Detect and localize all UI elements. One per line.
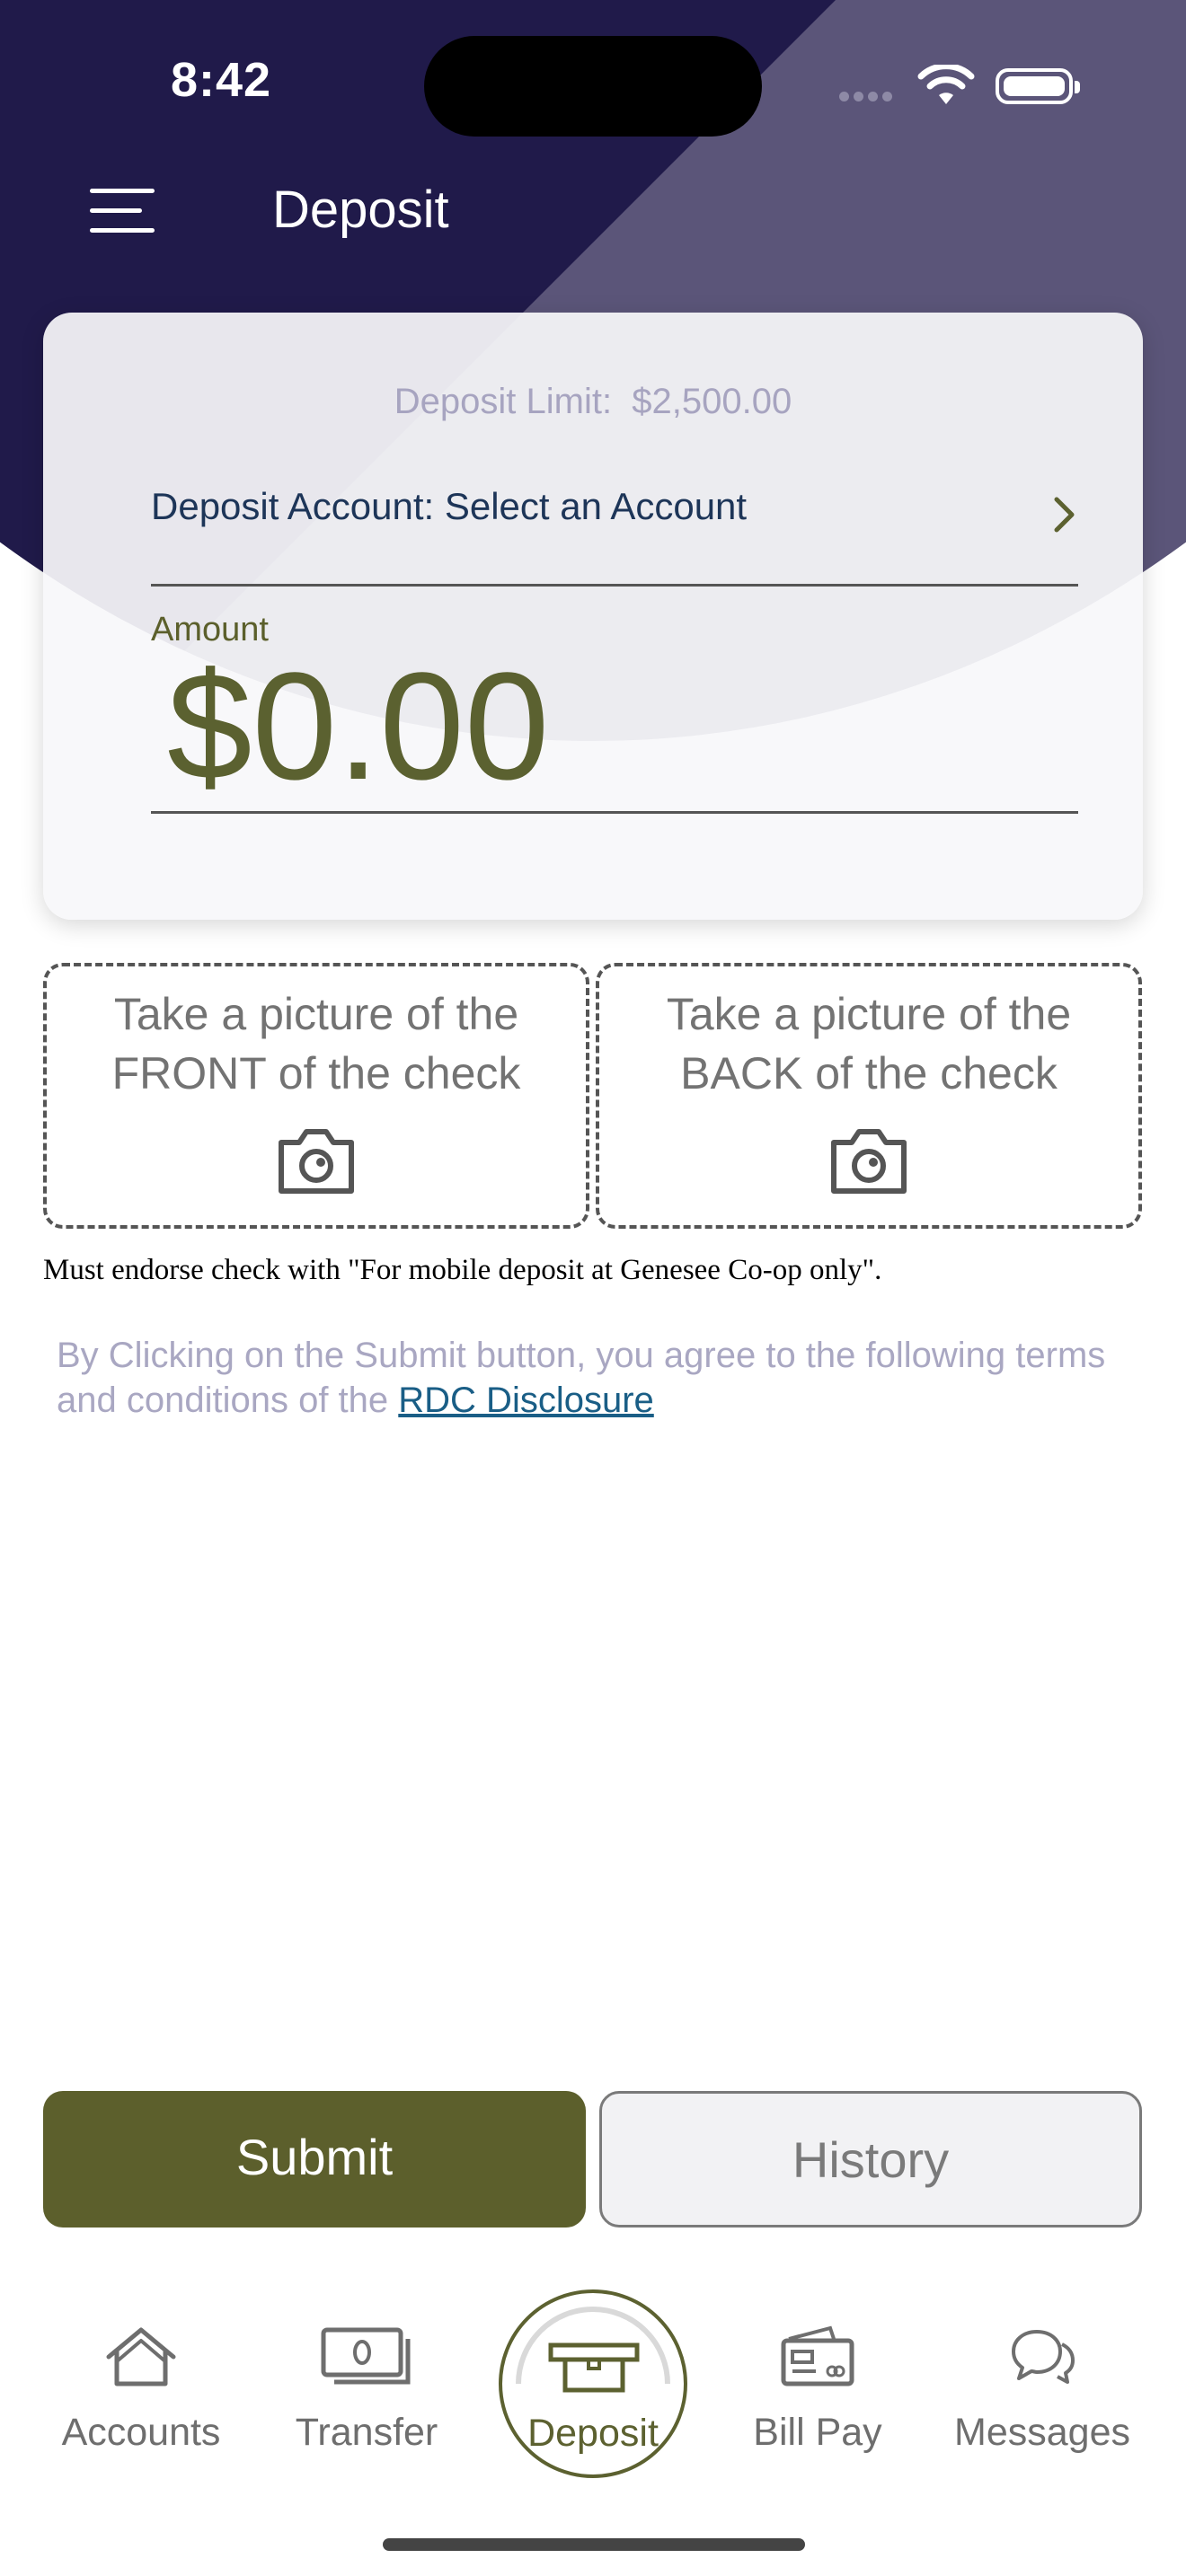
camera-icon bbox=[831, 1129, 907, 1194]
status-time: 8:42 bbox=[171, 53, 272, 107]
back-check-text-line1: Take a picture of the bbox=[666, 989, 1072, 1039]
submit-button[interactable]: Submit bbox=[43, 2091, 586, 2228]
deposit-account-label: Deposit Account: Select an Account bbox=[151, 485, 748, 527]
front-check-capture[interactable]: Take a picture of the FRONT of the check bbox=[43, 963, 589, 1229]
wifi-icon bbox=[917, 65, 975, 104]
tab-label: Bill Pay bbox=[753, 2411, 882, 2454]
rdc-disclosure-link[interactable]: RDC Disclosure bbox=[398, 1381, 654, 1420]
terms-text: By Clicking on the Submit button, you ag… bbox=[57, 1333, 1117, 1423]
deposit-limit-label: Deposit Limit: bbox=[394, 382, 613, 421]
deposit-card: Deposit Limit: $2,500.00 Deposit Account… bbox=[43, 313, 1143, 920]
page-title: Deposit bbox=[272, 181, 449, 239]
home-indicator bbox=[383, 2538, 805, 2551]
deposit-limit: Deposit Limit: $2,500.00 bbox=[43, 382, 1143, 422]
front-check-text-line1: Take a picture of the bbox=[113, 989, 519, 1039]
tab-label: Accounts bbox=[61, 2411, 221, 2454]
chat-icon bbox=[1012, 2330, 1075, 2384]
amount-input[interactable]: $0.00 bbox=[151, 641, 1078, 814]
deposit-account-selector[interactable]: Deposit Account: Select an Account bbox=[151, 485, 1078, 587]
battery-icon bbox=[996, 68, 1080, 104]
dynamic-island bbox=[424, 36, 762, 137]
endorse-note: Must endorse check with "For mobile depo… bbox=[43, 1254, 882, 1286]
amount-value: $0.00 bbox=[167, 641, 550, 812]
deposit-limit-value: $2,500.00 bbox=[632, 382, 792, 421]
tab-label: Messages bbox=[954, 2411, 1130, 2454]
back-check-text-line2: BACK of the check bbox=[680, 1048, 1058, 1098]
history-button[interactable]: History bbox=[599, 2091, 1142, 2228]
back-check-capture[interactable]: Take a picture of the BACK of the check bbox=[596, 963, 1142, 1229]
bill-pay-icon bbox=[781, 2325, 854, 2386]
menu-icon[interactable] bbox=[90, 185, 155, 235]
tab-label: Deposit bbox=[527, 2412, 659, 2455]
signal-icon bbox=[839, 90, 902, 101]
deposit-progress-arc bbox=[516, 2307, 670, 2385]
cash-icon bbox=[321, 2327, 411, 2385]
tab-label: Transfer bbox=[295, 2411, 438, 2454]
home-icon bbox=[106, 2327, 176, 2386]
chevron-right-icon bbox=[1054, 497, 1075, 533]
front-check-text-line2: FRONT of the check bbox=[111, 1048, 521, 1098]
camera-icon bbox=[279, 1129, 354, 1194]
